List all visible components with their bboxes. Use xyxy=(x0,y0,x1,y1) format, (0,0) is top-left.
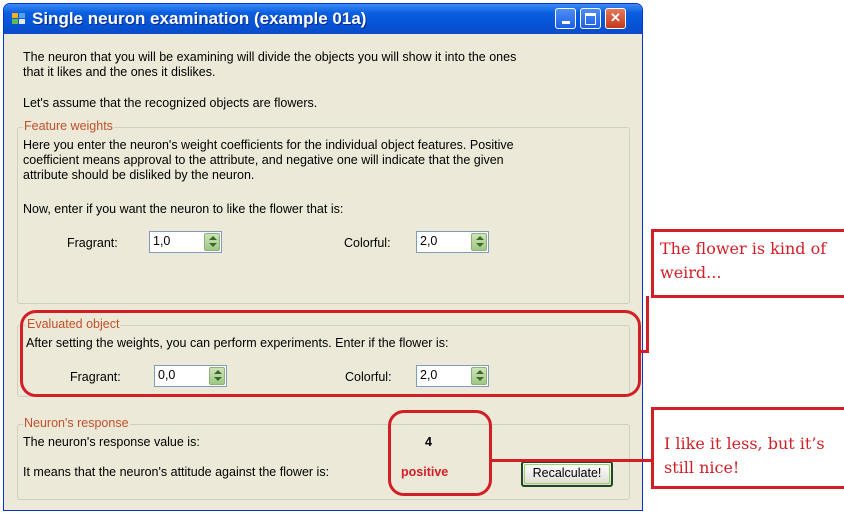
callout1-line-1: The flower is kind of xyxy=(660,239,827,258)
minimize-icon xyxy=(561,21,570,24)
window-title: Single neuron examination (example 01a) xyxy=(32,9,367,28)
app-icon xyxy=(12,13,26,25)
evaluated-object-highlight xyxy=(20,310,641,397)
intro-line-2: that it likes and the ones it dislikes. xyxy=(23,65,216,79)
weight-colorful-label: Colorful: xyxy=(344,236,391,250)
response-value-label: The neuron's response value is: xyxy=(23,435,200,449)
weight-fragrant-stepper[interactable]: 1,0 xyxy=(149,231,222,253)
response-attitude-label: It means that the neuron's attitude agai… xyxy=(23,465,330,479)
maximize-button[interactable] xyxy=(580,8,601,29)
callout2-connector xyxy=(492,459,654,462)
maximize-icon xyxy=(585,13,596,25)
callout1-line-2: weird... xyxy=(660,263,722,282)
spin-arrows-icon[interactable] xyxy=(204,233,220,251)
weights-desc-3: attribute should be disliked by the neur… xyxy=(23,168,255,182)
weight-fragrant-label: Fragrant: xyxy=(67,236,118,250)
callout1-connector-vertical xyxy=(646,296,649,353)
recalculate-button[interactable]: Recalculate! xyxy=(521,461,613,487)
callout2-line-2: still nice! xyxy=(664,458,740,477)
neuron-response-legend: Neuron's response xyxy=(23,416,130,430)
response-highlight xyxy=(388,410,492,496)
title-bar[interactable]: Single neuron examination (example 01a) … xyxy=(4,4,642,34)
app-window: Single neuron examination (example 01a) … xyxy=(3,3,643,511)
weights-prompt: Now, enter if you want the neuron to lik… xyxy=(23,202,344,216)
intro-line-3: Let's assume that the recognized objects… xyxy=(23,96,318,110)
intro-line-1: The neuron that you will be examining wi… xyxy=(23,50,517,64)
weights-desc-1: Here you enter the neuron's weight coeff… xyxy=(23,138,514,152)
weight-colorful-value[interactable]: 2,0 xyxy=(420,234,437,248)
spin-arrows-icon[interactable] xyxy=(471,233,487,251)
minimize-button[interactable] xyxy=(555,8,576,29)
close-icon: ✕ xyxy=(610,10,621,25)
weights-desc-2: coefficient means approval to the attrib… xyxy=(23,153,504,167)
close-button[interactable]: ✕ xyxy=(605,8,626,29)
weight-fragrant-value[interactable]: 1,0 xyxy=(153,234,170,248)
callout2-line-1: I like it less, but it’s xyxy=(664,434,825,453)
feature-weights-legend: Feature weights xyxy=(23,119,114,133)
weight-colorful-stepper[interactable]: 2,0 xyxy=(416,231,489,253)
